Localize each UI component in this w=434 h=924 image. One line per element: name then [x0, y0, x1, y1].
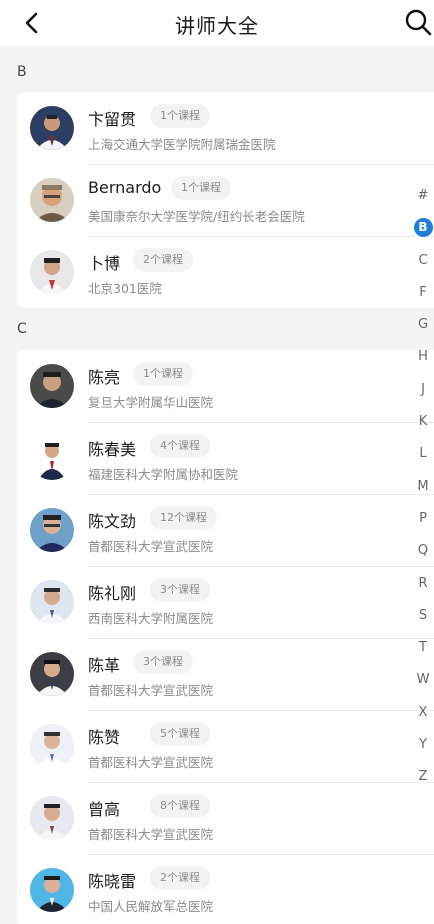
index-letter-r[interactable]: R — [412, 568, 434, 600]
search-icon[interactable] — [404, 8, 434, 38]
teacher-row[interactable]: 陈赞 5个课程 首都医科大学宣武医院 — [17, 710, 434, 782]
avatar — [30, 508, 74, 552]
index-letter-p[interactable]: P — [412, 503, 434, 535]
avatar — [30, 868, 74, 912]
teacher-hospital: 西南医科大学附属医院 — [88, 611, 214, 626]
index-letter-k[interactable]: K — [412, 406, 434, 438]
course-count-badge: 3个课程 — [150, 578, 210, 602]
teacher-hospital: 首都医科大学宣武医院 — [88, 539, 214, 554]
course-count-badge: 8个课程 — [150, 794, 210, 818]
teacher-hospital: 首都医科大学宣武医院 — [88, 827, 214, 842]
avatar — [30, 436, 74, 480]
teacher-name: 陈文劲 — [88, 512, 137, 531]
teacher-name: 卞留贯 — [88, 110, 137, 129]
teacher-row[interactable]: 曾高 8个课程 首都医科大学宣武医院 — [17, 782, 434, 854]
teacher-row[interactable]: 卜博 2个课程 北京301医院 — [17, 236, 434, 308]
avatar — [30, 724, 74, 768]
index-letter-t[interactable]: T — [412, 632, 434, 664]
index-letter-c[interactable]: C — [412, 245, 434, 277]
course-count-badge: 2个课程 — [150, 866, 210, 890]
avatar — [30, 652, 74, 696]
teacher-hospital: 上海交通大学医学院附属瑞金医院 — [88, 137, 276, 152]
teacher-hospital: 首都医科大学宣武医院 — [88, 755, 214, 770]
teacher-name: 陈春美 — [88, 440, 137, 459]
teacher-hospital: 首都医科大学宣武医院 — [88, 683, 214, 698]
teacher-list-section-c: 陈亮 1个课程 复旦大学附属华山医院 陈春美 4个课程 福建医科大学附属协和医院… — [17, 350, 434, 924]
index-letter-s[interactable]: S — [412, 600, 434, 632]
course-count-badge: 12个课程 — [150, 506, 217, 530]
avatar — [30, 106, 74, 150]
teacher-row[interactable]: 陈晓雷 2个课程 中国人民解放军总医院 — [17, 854, 434, 924]
avatar — [30, 178, 74, 222]
teacher-name: 卜博 — [88, 254, 121, 273]
course-count-badge: 5个课程 — [150, 722, 210, 746]
teacher-hospital: 中国人民解放军总医院 — [88, 899, 214, 914]
teacher-row[interactable]: 陈春美 4个课程 福建医科大学附属协和医院 — [17, 422, 434, 494]
teacher-row[interactable]: 卞留贯 1个课程 上海交通大学医学院附属瑞金医院 — [17, 92, 434, 164]
avatar — [30, 250, 74, 294]
index-letter-b[interactable]: B — [412, 212, 434, 244]
index-letter-hash[interactable]: # — [412, 180, 434, 212]
teacher-name: 陈礼刚 — [88, 584, 137, 603]
index-letter-m[interactable]: M — [412, 471, 434, 503]
index-letter-z[interactable]: Z — [412, 761, 434, 793]
teacher-row[interactable]: Bernardo 1个课程 美国康奈尔大学医学院/纽约长老会医院 — [17, 164, 434, 236]
course-count-badge: 1个课程 — [150, 104, 210, 128]
index-letter-h[interactable]: H — [412, 341, 434, 373]
teacher-hospital: 美国康奈尔大学医学院/纽约长老会医院 — [88, 209, 305, 224]
avatar — [30, 796, 74, 840]
teacher-hospital: 福建医科大学附属协和医院 — [88, 467, 239, 482]
teacher-name: 曾高 — [88, 800, 121, 819]
index-letter-w[interactable]: W — [412, 664, 434, 696]
avatar — [30, 364, 74, 408]
course-count-badge: 3个课程 — [133, 650, 193, 674]
section-header-b: B — [17, 64, 27, 80]
teacher-hospital: 复旦大学附属华山医院 — [88, 395, 214, 410]
index-letter-l[interactable]: L — [412, 438, 434, 470]
index-letter-y[interactable]: Y — [412, 729, 434, 761]
index-letter-q[interactable]: Q — [412, 535, 434, 567]
course-count-badge: 1个课程 — [133, 362, 193, 386]
section-header-c: C — [17, 321, 27, 337]
index-letter-g[interactable]: G — [412, 309, 434, 341]
top-bar: 讲师大全 — [0, 0, 434, 46]
index-letter-f[interactable]: F — [412, 277, 434, 309]
avatar — [30, 580, 74, 624]
alphabet-index: # B C F G H J K L M P Q R S T W X Y Z — [412, 180, 434, 794]
teacher-name: 陈亮 — [88, 368, 121, 387]
index-letter-x[interactable]: X — [412, 697, 434, 729]
teacher-name: 陈赞 — [88, 728, 121, 747]
course-count-badge: 1个课程 — [171, 176, 231, 200]
teacher-name: 陈革 — [88, 656, 121, 675]
page-title: 讲师大全 — [175, 14, 259, 38]
index-letter-j[interactable]: J — [412, 374, 434, 406]
teacher-hospital: 北京301医院 — [88, 281, 162, 296]
course-count-badge: 4个课程 — [150, 434, 210, 458]
teacher-name: Bernardo — [88, 178, 162, 197]
teacher-row[interactable]: 陈文劲 12个课程 首都医科大学宣武医院 — [17, 494, 434, 566]
teacher-name: 陈晓雷 — [88, 872, 137, 891]
teacher-row[interactable]: 陈革 3个课程 首都医科大学宣武医院 — [17, 638, 434, 710]
teacher-list-section-b: 卞留贯 1个课程 上海交通大学医学院附属瑞金医院 Bernardo 1个课程 美… — [17, 92, 434, 308]
course-count-badge: 2个课程 — [133, 248, 193, 272]
teacher-row[interactable]: 陈礼刚 3个课程 西南医科大学附属医院 — [17, 566, 434, 638]
teacher-row[interactable]: 陈亮 1个课程 复旦大学附属华山医院 — [17, 350, 434, 422]
